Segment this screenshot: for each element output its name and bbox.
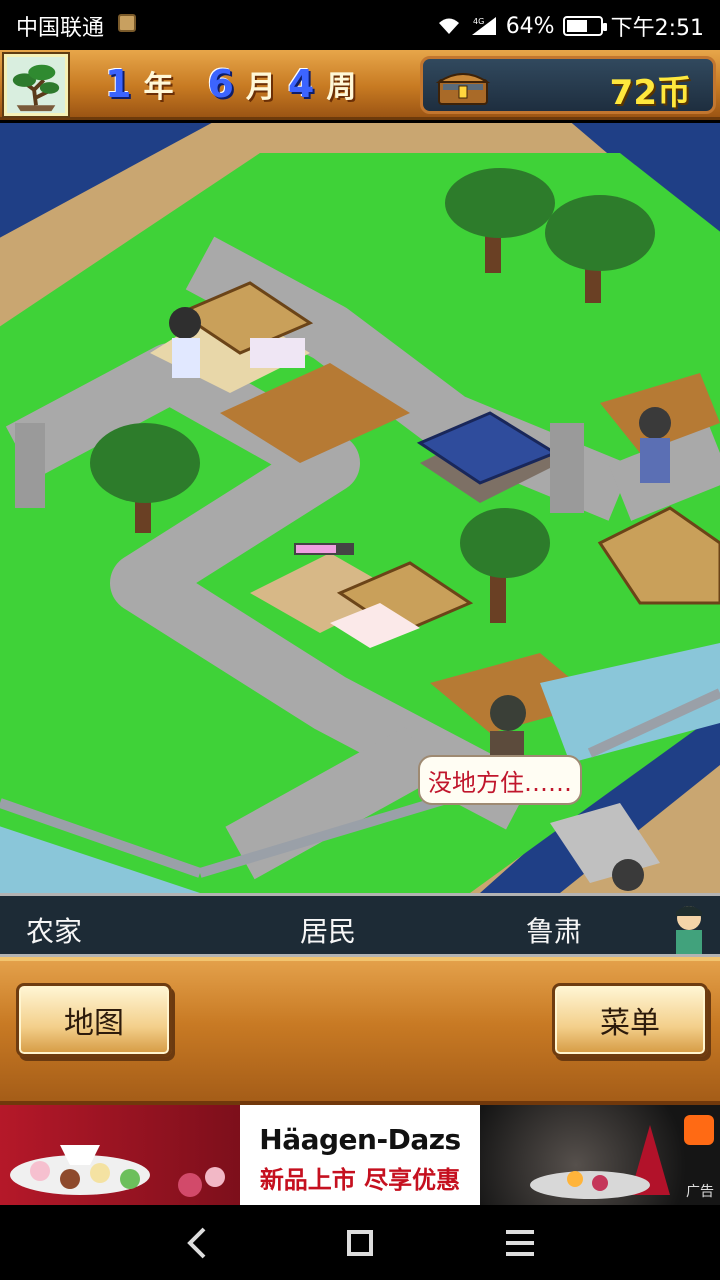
clock: 下午2:51 [610,16,704,41]
ad-network-icon [684,1115,714,1145]
recents-icon[interactable] [498,1221,542,1265]
battery-percent: 64% [505,13,555,39]
ad-label: 广告 [686,1184,714,1200]
villager-portrait-icon [676,906,702,954]
year-number: 1 [105,62,132,106]
back-icon[interactable] [176,1221,220,1265]
build-progress-bar [294,543,354,555]
week-unit: 周 [326,70,357,105]
battery-icon [562,16,607,36]
coin-panel[interactable]: 72币 [420,56,716,114]
ad-product-image: 广告 [480,1105,720,1205]
ad-text-block[interactable]: Häagen-Dazs 新品上市 尽享优惠 [240,1105,480,1205]
town-map[interactable]: 没地方住…… [0,123,720,893]
status-bar: 中国联通 4G 64% 下午2:51 [0,0,720,50]
ad-brand: Häagen-Dazs [259,1123,461,1156]
bonsai-tree-icon[interactable] [4,54,68,116]
wifi-icon [438,18,459,34]
speech-bubble: 没地方住…… [418,755,582,805]
year-unit: 年 [143,70,174,105]
ad-slogan: 新品上市 尽享优惠 [259,1166,461,1194]
status-right: 4G 64% 下午2:51 [436,10,704,42]
menu-button[interactable]: 菜单 [552,983,708,1057]
resident-type: 居民 [300,915,357,948]
week-number: 4 [287,62,315,106]
game-date: 1 年 6 月 4 周 [105,62,356,106]
network-type: 4G [473,17,484,26]
coin-count: 72币 [609,73,691,113]
ad-banner[interactable]: Häagen-Dazs 新品上市 尽享优惠 广告 [0,1105,720,1205]
signal-icon: 4G [471,17,496,35]
screen: { "status_bar": {"carrier": "中国联通", "net… [0,0,720,1280]
map-scene[interactable] [0,123,720,893]
map-button[interactable]: 地图 [16,983,172,1057]
resident-occupation: 农家 [26,915,83,948]
month-number: 6 [207,62,234,106]
resident-name: 鲁肃 [526,915,583,948]
system-nav-bar [0,1205,720,1280]
carrier-label: 中国联通 [16,16,105,41]
home-icon[interactable] [338,1221,382,1265]
treasure-chest-icon [435,73,491,105]
ad-dessert-image [0,1105,240,1205]
game-top-bar: 1 年 6 月 4 周 72币 [0,50,720,120]
command-panel: 地图 菜单 [0,957,720,1105]
month-unit: 月 [245,70,276,105]
notification-icon [118,14,136,32]
resident-info-bar[interactable]: 农家 居民 鲁肃 [0,893,720,957]
